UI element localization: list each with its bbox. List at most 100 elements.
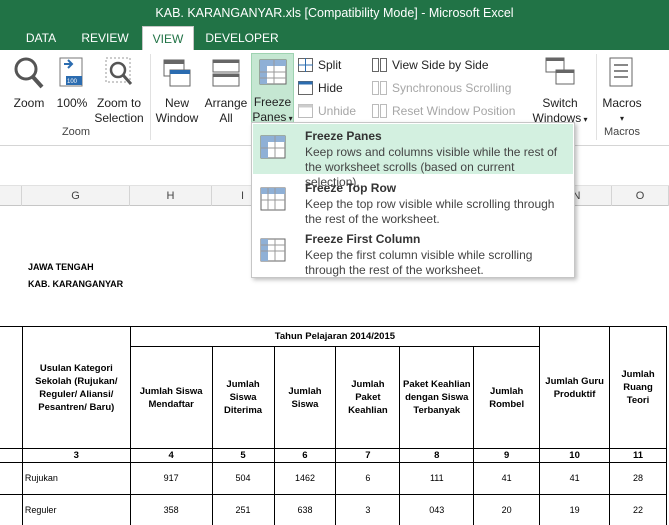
arrange-all-icon: [212, 59, 240, 87]
zoom-to-selection-line1: Zoom to: [96, 96, 141, 110]
menu-item-title: Freeze Panes: [305, 129, 382, 143]
menu-item-freeze-panes[interactable]: Freeze Panes Keep rows and columns visib…: [253, 124, 573, 189]
column-header-g[interactable]: G: [22, 186, 130, 206]
row-value[interactable]: 41: [473, 462, 541, 495]
col-number[interactable]: 7: [335, 448, 401, 463]
select-all-corner[interactable]: [0, 186, 22, 206]
header-rooms[interactable]: Jumlah Ruang Teori: [609, 326, 667, 449]
col-number[interactable]: 5: [211, 448, 275, 463]
zoom-label: Zoom: [13, 96, 45, 110]
row-value[interactable]: 28: [609, 462, 667, 495]
switch-windows-button[interactable]: Switch Windows ▾: [528, 54, 592, 125]
zoom-to-selection-button[interactable]: Zoom to Selection: [92, 54, 146, 125]
header-top-package[interactable]: Paket Keahlian dengan Siswa Terbanyak: [399, 346, 475, 449]
new-window-label: New Window: [154, 96, 200, 126]
arrange-all-line1: Arrange: [204, 96, 248, 110]
row-value[interactable]: 043: [399, 494, 475, 525]
switch-windows-line1: Switch: [542, 96, 578, 110]
hide-button[interactable]: Hide: [298, 79, 343, 97]
table-cell[interactable]: [0, 448, 23, 463]
col-number[interactable]: 8: [399, 448, 475, 463]
tab-developer[interactable]: DEVELOPER: [200, 26, 284, 50]
row-value[interactable]: 6: [335, 462, 401, 495]
synchronous-scrolling-button[interactable]: Synchronous Scrolling: [372, 79, 511, 97]
col-number[interactable]: 3: [21, 448, 131, 463]
new-window-button[interactable]: New Window: [154, 54, 200, 125]
macros-group-label: Macros: [603, 126, 641, 138]
header-teachers[interactable]: Jumlah Guru Produktif: [539, 326, 611, 449]
regency-cell[interactable]: KAB. KARANGANYAR: [28, 279, 123, 289]
col-number[interactable]: 10: [539, 448, 611, 463]
row-category[interactable]: Rujukan: [21, 462, 131, 495]
row-value[interactable]: 638: [273, 494, 337, 525]
zoom-100-label: 100%: [56, 96, 88, 110]
table-cell[interactable]: [0, 326, 23, 449]
row-category[interactable]: Reguler: [21, 494, 131, 525]
header-category[interactable]: Usulan Kategori Sekolah (Rujukan/ Regule…: [21, 326, 131, 449]
menu-item-description: Keep the first column visible while scro…: [305, 248, 533, 277]
unhide-button[interactable]: Unhide: [298, 102, 356, 120]
row-value[interactable]: 1462: [273, 462, 337, 495]
row-value[interactable]: 917: [129, 462, 213, 495]
tab-data[interactable]: DATA: [14, 26, 68, 50]
row-value[interactable]: 358: [129, 494, 213, 525]
svg-text:100: 100: [67, 79, 78, 85]
row-value[interactable]: 3: [335, 494, 401, 525]
arrange-all-label: Arrange All: [202, 96, 250, 126]
header-groups[interactable]: Jumlah Rombel: [473, 346, 541, 449]
hide-icon: [298, 81, 313, 95]
col-number[interactable]: 6: [273, 448, 337, 463]
header-year[interactable]: Tahun Pelajaran 2014/2015: [129, 326, 541, 347]
menu-item-freeze-first-column[interactable]: Freeze First Column Keep the first colum…: [253, 227, 573, 277]
split-button[interactable]: Split: [298, 56, 341, 74]
tab-review[interactable]: REVIEW: [72, 26, 138, 50]
group-separator: [596, 54, 597, 140]
menu-item-title: Freeze First Column: [305, 232, 421, 246]
row-value[interactable]: 41: [539, 462, 611, 495]
title-bar: KAB. KARANGANYAR.xls [Compatibility Mode…: [0, 0, 669, 26]
table-cell[interactable]: [0, 462, 23, 495]
synchronous-scrolling-label: Synchronous Scrolling: [392, 81, 512, 95]
table-row: Rujukan 917 504 1462 6 111 41 41 28: [0, 462, 667, 495]
sync-scroll-icon: [372, 81, 387, 95]
window-title: KAB. KARANGANYAR.xls [Compatibility Mode…: [155, 6, 514, 20]
col-number[interactable]: 4: [129, 448, 213, 463]
table-cell[interactable]: [0, 494, 23, 525]
macros-icon: [609, 57, 633, 87]
dropdown-arrow-icon: ▾: [619, 114, 624, 123]
reset-position-icon: [372, 104, 387, 118]
macros-button[interactable]: Macros ▾: [600, 54, 644, 123]
macros-line1: Macros: [602, 96, 642, 110]
row-value[interactable]: 251: [211, 494, 275, 525]
row-value[interactable]: 19: [539, 494, 611, 525]
table-row: Reguler 358 251 638 3 043 20 19 22: [0, 494, 667, 525]
freeze-first-column-icon: [260, 238, 286, 262]
menu-item-freeze-top-row[interactable]: Freeze Top Row Keep the top row visible …: [253, 176, 573, 226]
row-value[interactable]: 22: [609, 494, 667, 525]
zoom-selection-icon: [105, 57, 133, 85]
split-label: Split: [318, 58, 342, 72]
reset-window-position-button[interactable]: Reset Window Position: [372, 102, 515, 120]
column-header-h[interactable]: H: [130, 186, 212, 206]
side-by-side-icon: [372, 58, 387, 72]
column-header-o[interactable]: O: [612, 186, 669, 206]
freeze-panes-icon: [260, 135, 286, 159]
row-value[interactable]: 111: [399, 462, 475, 495]
group-separator: [150, 54, 151, 140]
header-students[interactable]: Jumlah Siswa: [273, 346, 337, 449]
view-side-by-side-button[interactable]: View Side by Side: [372, 56, 489, 74]
header-accepted[interactable]: Jumlah Siswa Diterima: [211, 346, 275, 449]
header-registered[interactable]: Jumlah Siswa Mendaftar: [129, 346, 213, 449]
zoom-button[interactable]: Zoom: [6, 54, 52, 122]
row-value[interactable]: 20: [473, 494, 541, 525]
header-packages[interactable]: Jumlah Paket Keahlian: [335, 346, 401, 449]
menu-item-description: Keep the top row visible while scrolling…: [305, 197, 555, 226]
arrange-all-button[interactable]: Arrange All: [202, 54, 250, 125]
freeze-panes-button[interactable]: Freeze Panes ▾: [251, 53, 294, 124]
col-number[interactable]: 11: [609, 448, 667, 463]
row-value[interactable]: 504: [211, 462, 275, 495]
province-cell[interactable]: JAWA TENGAH: [28, 262, 94, 272]
zoom-100-button[interactable]: 100 100%: [54, 54, 90, 122]
tab-view[interactable]: VIEW: [142, 26, 194, 50]
col-number[interactable]: 9: [473, 448, 541, 463]
